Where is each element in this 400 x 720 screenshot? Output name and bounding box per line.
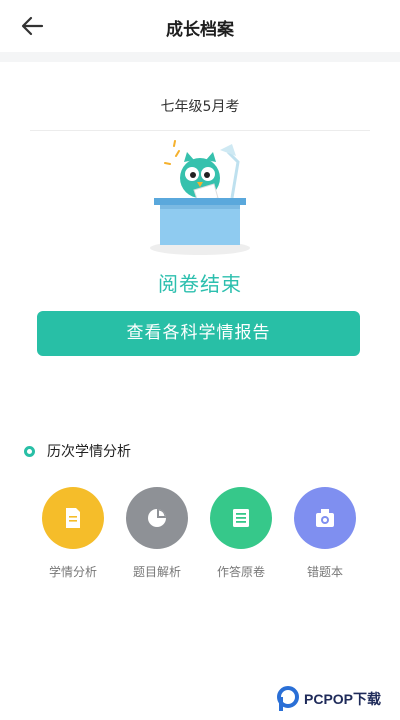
tool-question-analysis-label: 题目解析: [132, 565, 181, 579]
exam-name: 七年级5月考: [160, 99, 240, 115]
document-icon: [42, 487, 104, 549]
history-tools: 学情分析 题目解析 作答原卷 错题本: [38, 487, 360, 587]
history-section-title: 历次学情分析: [47, 444, 131, 460]
tool-original-paper[interactable]: 作答原卷: [206, 487, 276, 580]
watermark-text: PCPOP下载: [304, 691, 382, 707]
list-icon: [210, 487, 272, 549]
owl-at-desk-illustration: [140, 140, 260, 260]
tool-wrong-questions[interactable]: 错题本: [290, 487, 360, 580]
header-divider: [0, 52, 400, 62]
pcpop-logo-icon: [277, 686, 299, 711]
tool-original-paper-label: 作答原卷: [216, 565, 265, 579]
marking-status: 阅卷结束: [158, 272, 242, 296]
camera-icon: [294, 487, 356, 549]
tool-wrong-questions-label: 错题本: [306, 565, 343, 579]
page-title: 成长档案: [166, 20, 234, 40]
tool-analysis[interactable]: 学情分析: [38, 487, 108, 580]
section-dot-icon: [24, 445, 35, 457]
history-section-header: 历次学情分析: [24, 440, 131, 462]
view-report-button[interactable]: 查看各科学情报告: [37, 311, 360, 356]
top-bar: 成长档案: [0, 0, 400, 52]
watermark: PCPOP下载: [276, 684, 381, 714]
exam-divider: [30, 130, 370, 131]
tool-question-analysis[interactable]: 题目解析: [122, 487, 192, 580]
pie-chart-icon: [126, 487, 188, 549]
tool-analysis-label: 学情分析: [48, 565, 97, 579]
